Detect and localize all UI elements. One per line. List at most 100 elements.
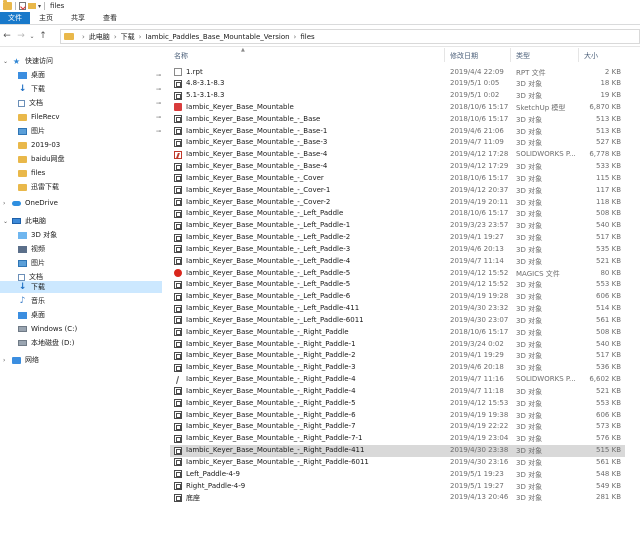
file-type: 3D 对象 <box>516 245 543 254</box>
sidebar-item-filerecv[interactable]: FileRecv ⊸ <box>0 111 162 123</box>
tab-file[interactable]: 文件 <box>0 12 30 24</box>
file-name: Iambic_Keyer_Base_Mountable_-_Right_Padd… <box>186 339 356 348</box>
tab-share[interactable]: 共享 <box>62 12 94 24</box>
up-arrow-icon[interactable]: ↑ <box>36 31 50 41</box>
back-arrow-icon[interactable]: ← <box>0 31 14 41</box>
file-row[interactable]: Iambic_Keyer_Base_Mountable_-_Right_Padd… <box>170 374 625 386</box>
sidebar-item-files[interactable]: files <box>0 167 162 179</box>
column-date[interactable]: 修改日期 <box>450 51 478 61</box>
column-divider[interactable] <box>444 48 445 62</box>
sidebar-item-downloads[interactable]: ↓ 下载 ⊸ <box>0 83 162 95</box>
column-size[interactable]: 大小 <box>584 51 598 61</box>
sidebar-item-downloads-pc[interactable]: ↓ 下载 <box>0 281 162 293</box>
chevron-right-icon[interactable]: › <box>114 33 117 41</box>
file-row[interactable]: Iambic_Keyer_Base_Mountable_-_Base-1 2019… <box>170 125 625 137</box>
file-row[interactable]: Iambic_Keyer_Base_Mountable_-_Right_Padd… <box>170 409 625 421</box>
file-row[interactable]: Iambic_Keyer_Base_Mountable_-_Left_Paddl… <box>170 208 625 220</box>
chevron-down-icon[interactable]: ⌄ <box>3 218 8 225</box>
file-row[interactable]: Iambic_Keyer_Base_Mountable 2018/10/6 15:… <box>170 101 625 113</box>
file-row[interactable]: Iambic_Keyer_Base_Mountable_-_Base 2018/1… <box>170 113 625 125</box>
file-row[interactable]: Iambic_Keyer_Base_Mountable_-_Left_Paddl… <box>170 267 625 279</box>
file-row[interactable]: Iambic_Keyer_Base_Mountable_-_Right_Padd… <box>170 385 625 397</box>
file-row[interactable]: Iambic_Keyer_Base_Mountable_-_Base-4 2019… <box>170 149 625 161</box>
column-divider[interactable] <box>578 48 579 62</box>
chevron-right-icon[interactable]: › <box>294 33 297 41</box>
file-row[interactable]: Iambic_Keyer_Base_Mountable_-_Left_Paddl… <box>170 303 625 315</box>
chevron-down-icon[interactable]: ⌄ <box>3 58 8 65</box>
sidebar-item-label: 图片 <box>31 127 45 135</box>
sidebar-item-onedrive[interactable]: › OneDrive <box>0 197 162 209</box>
file-size: 533 KB <box>596 162 621 171</box>
breadcrumb-downloads[interactable]: 下载 <box>121 32 135 42</box>
file-name: Iambic_Keyer_Base_Mountable <box>186 102 294 111</box>
file-row[interactable]: Iambic_Keyer_Base_Mountable_-_Right_Padd… <box>170 421 625 433</box>
sidebar-item-network[interactable]: › 网络 <box>0 354 162 366</box>
file-row[interactable]: Iambic_Keyer_Base_Mountable_-_Base-4 2019… <box>170 161 625 173</box>
chevron-right-icon[interactable]: › <box>139 33 142 41</box>
sidebar-item-videos[interactable]: 视频 <box>0 243 162 255</box>
file-row[interactable]: Iambic_Keyer_Base_Mountable_-_Base-3 2019… <box>170 137 625 149</box>
sidebar-item-this-pc[interactable]: ⌄ 此电脑 <box>0 215 162 227</box>
sidebar-item-drive-c[interactable]: Windows (C:) <box>0 323 162 335</box>
chevron-down-icon[interactable]: ⌄ <box>28 33 36 40</box>
file-row[interactable]: Left_Paddle-4-9 2019/5/1 19:23 3D 对象 548 KB <box>170 468 625 480</box>
column-type[interactable]: 类型 <box>516 51 530 61</box>
breadcrumb-files[interactable]: files <box>300 33 314 41</box>
breadcrumb-this-pc[interactable]: 此电脑 <box>89 32 110 42</box>
chevron-right-icon[interactable]: › <box>3 200 5 207</box>
sidebar-item-baidu[interactable]: baidu网盘 <box>0 153 162 165</box>
file-row[interactable]: Iambic_Keyer_Base_Mountable_-_Right_Padd… <box>170 456 625 468</box>
file-row[interactable]: Iambic_Keyer_Base_Mountable_-_Cover 2018/… <box>170 172 625 184</box>
sidebar-item-drive-d[interactable]: 本地磁盘 (D:) <box>0 337 162 349</box>
file-row[interactable]: Iambic_Keyer_Base_Mountable_-_Right_Padd… <box>170 350 625 362</box>
file-name: Iambic_Keyer_Base_Mountable_-_Base-4 <box>186 162 328 171</box>
file-date: 2019/4/6 20:13 <box>450 244 504 253</box>
column-name[interactable]: 名称 <box>174 51 188 61</box>
file-row[interactable]: Iambic_Keyer_Base_Mountable_-_Right_Padd… <box>170 444 625 457</box>
file-row[interactable]: Iambic_Keyer_Base_Mountable_-_Left_Paddl… <box>170 220 625 232</box>
file-type: 3D 对象 <box>516 458 543 467</box>
sidebar-item-desktop[interactable]: 桌面 ⊸ <box>0 69 162 81</box>
sidebar-item-documents[interactable]: 文档 ⊸ <box>0 97 162 109</box>
sidebar-item-3d-objects[interactable]: 3D 对象 <box>0 229 162 241</box>
properties-icon[interactable] <box>19 2 26 10</box>
file-row[interactable]: Iambic_Keyer_Base_Mountable_-_Right_Padd… <box>170 326 625 338</box>
file-row[interactable]: Iambic_Keyer_Base_Mountable_-_Right_Padd… <box>170 433 625 445</box>
sidebar-item-music[interactable]: ♪ 音乐 <box>0 295 162 307</box>
file-row[interactable]: Iambic_Keyer_Base_Mountable_-_Right_Padd… <box>170 362 625 374</box>
chevron-right-icon[interactable]: › <box>82 33 85 41</box>
column-divider[interactable] <box>510 48 511 62</box>
address-bar[interactable]: › 此电脑 › 下载 › Iambic_Paddles_Base_Mountab… <box>60 29 640 44</box>
sidebar-item-quick-access[interactable]: ⌄ ★ 快速访问 <box>0 55 162 67</box>
file-row[interactable]: 4.8-3.1-8.3 2019/5/1 0:05 3D 对象 18 KB <box>170 78 625 90</box>
file-row[interactable]: 5.1-3.1-8.3 2019/5/1 0:02 3D 对象 19 KB <box>170 90 625 102</box>
file-row[interactable]: Iambic_Keyer_Base_Mountable_-_Left_Paddl… <box>170 291 625 303</box>
breadcrumb-project[interactable]: Iambic_Paddles_Base_Mountable_Version <box>145 33 289 41</box>
file-row[interactable]: Iambic_Keyer_Base_Mountable_-_Left_Paddl… <box>170 243 625 255</box>
file-row[interactable]: Iambic_Keyer_Base_Mountable_-_Left_Paddl… <box>170 255 625 267</box>
file-row[interactable]: Iambic_Keyer_Base_Mountable_-_Left_Paddl… <box>170 279 625 291</box>
sidebar-item-desktop-pc[interactable]: 桌面 <box>0 309 162 321</box>
file-row[interactable]: 底座 2019/4/13 20:46 3D 对象 281 KB <box>170 492 625 504</box>
file-row[interactable]: Iambic_Keyer_Base_Mountable_-_Right_Padd… <box>170 338 625 350</box>
file-row[interactable]: Iambic_Keyer_Base_Mountable_-_Right_Padd… <box>170 397 625 409</box>
file-size: 540 KB <box>596 339 621 348</box>
sidebar-item-2019-03[interactable]: 2019-03 <box>0 139 162 151</box>
tab-home[interactable]: 主页 <box>30 12 62 24</box>
file-row[interactable]: Iambic_Keyer_Base_Mountable_-_Left_Paddl… <box>170 232 625 244</box>
sidebar-item-xunlei[interactable]: 迅雷下载 <box>0 181 162 193</box>
new-folder-icon[interactable] <box>28 3 36 9</box>
file-row[interactable]: 1.rpt 2019/4/4 22:09 RPT 文件 2 KB <box>170 66 625 78</box>
file-row[interactable]: Right_Paddle-4-9 2019/5/1 19:27 3D 对象 549 K… <box>170 480 625 492</box>
file-size: 18 KB <box>600 79 621 88</box>
file-row[interactable]: Iambic_Keyer_Base_Mountable_-_Cover-1 201… <box>170 184 625 196</box>
chevron-down-icon[interactable]: ▾ <box>38 3 41 10</box>
file-row[interactable]: Iambic_Keyer_Base_Mountable_-_Left_Paddl… <box>170 314 625 326</box>
file-type: SOLIDWORKS P... <box>516 375 576 384</box>
sidebar-item-pictures-pc[interactable]: 图片 <box>0 257 162 269</box>
chevron-right-icon[interactable]: › <box>3 357 5 364</box>
forward-arrow-icon[interactable]: → <box>14 31 28 41</box>
sidebar-item-pictures[interactable]: 图片 ⊸ <box>0 125 162 137</box>
file-row[interactable]: Iambic_Keyer_Base_Mountable_-_Cover-2 201… <box>170 196 625 208</box>
tab-view[interactable]: 查看 <box>94 12 126 24</box>
